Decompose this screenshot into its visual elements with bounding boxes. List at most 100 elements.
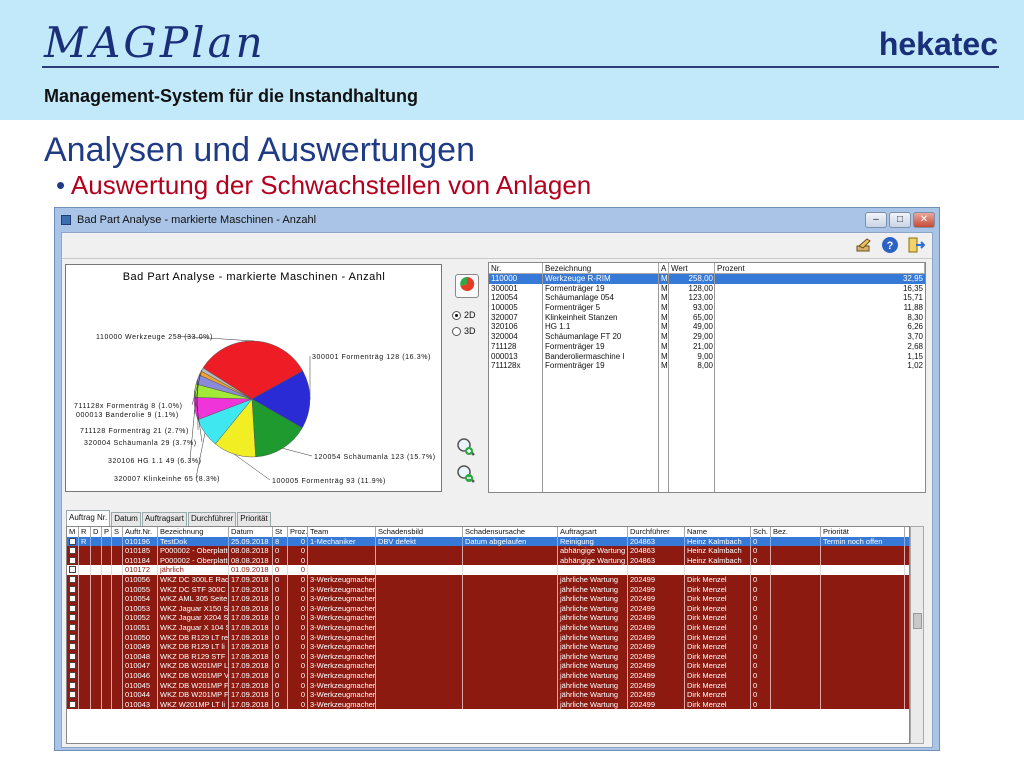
orders-header-0[interactable]: M (67, 527, 79, 537)
table-cell (771, 670, 821, 681)
orders-header-5[interactable]: Auftr.Nr. (123, 527, 158, 537)
row-checkbox[interactable] (69, 700, 76, 708)
table-row[interactable]: R 010196 TestDok 25.09.2018 8 0 1-Mechaniker DB… (67, 536, 909, 547)
orders-header-7[interactable]: Datum (229, 527, 273, 537)
row-checkbox[interactable] (69, 671, 76, 679)
table-cell (91, 680, 102, 691)
radio-3d[interactable]: 3D (452, 326, 476, 336)
pie-chart-button[interactable] (455, 274, 479, 298)
row-checkbox[interactable] (69, 556, 76, 564)
orders-header-1[interactable]: R (79, 527, 91, 537)
orders-header-10[interactable]: Team (308, 527, 376, 537)
table-cell: 0 (288, 642, 308, 652)
row-checkbox[interactable] (69, 652, 76, 660)
table-row[interactable]: 010051 WKZ Jaguar X 104 S 17.09.2018 0 0 3-We… (67, 622, 909, 633)
row-checkbox[interactable] (69, 643, 76, 651)
row-checkbox[interactable] (69, 691, 76, 699)
table-row[interactable]: 010047 WKZ DB W201MP LI 17.09.2018 0 0 3-Werk… (67, 661, 909, 671)
table-row[interactable]: 010050 WKZ DB R129 LT re 17.09.2018 0 0 3-Wer… (67, 632, 909, 643)
table-cell (558, 565, 628, 575)
exit-icon[interactable] (906, 236, 926, 256)
maximize-button[interactable]: □ (889, 212, 911, 228)
zoom-out-icon[interactable] (455, 463, 477, 485)
orders-header-18[interactable]: Priorität (821, 527, 905, 537)
values-row[interactable]: 320004 Schäumanlage FT 20 M 29,00 3,70 (489, 332, 925, 342)
row-checkbox[interactable] (69, 623, 76, 631)
table-row[interactable]: 010184 P000002 - Oberplatte 08.08.2018 0 0 ab… (67, 555, 909, 566)
values-header-3[interactable]: Wert (669, 263, 715, 273)
values-header-4[interactable]: Prozent (715, 263, 925, 273)
values-row[interactable]: 320106 HG 1.1 M 49,00 6,26 (489, 322, 925, 332)
table-row[interactable]: 010046 WKZ DB W201MP V 17.09.2018 0 0 3-Werkz… (67, 670, 909, 681)
table-row[interactable]: 010043 WKZ W201MP LT li 17.09.2018 0 0 3-Werk… (67, 699, 909, 710)
orders-header-2[interactable]: D (91, 527, 102, 537)
orders-header-12[interactable]: Schadensursache (463, 527, 558, 537)
table-row[interactable]: 010045 WKZ DB W201MP FL 17.09.2018 0 0 3-Werk… (67, 680, 909, 691)
minimize-button[interactable]: – (865, 212, 887, 228)
row-checkbox[interactable] (69, 547, 76, 555)
table-row[interactable]: 010054 WKZ AML 305 Seite 17.09.2018 0 0 3-Wer… (67, 594, 909, 604)
zoom-in-icon[interactable] (455, 436, 477, 458)
help-icon[interactable]: ? (880, 236, 900, 256)
orders-header-4[interactable]: S (112, 527, 123, 537)
orders-header-11[interactable]: Schadensbild (376, 527, 463, 537)
values-header-1[interactable]: Bezeichnung (543, 263, 659, 273)
orders-header-17[interactable]: Bez. (771, 527, 821, 537)
table-cell: P000002 - Oberplatte (160, 546, 229, 556)
values-header-2[interactable]: A (659, 263, 669, 273)
values-row[interactable]: 711128x Formenträger 19 M 8,00 1,02 (489, 361, 925, 371)
values-row[interactable]: 110000 Werkzeuge R-RIM M 258,00 32,95 (489, 274, 925, 284)
orders-header-3[interactable]: P (102, 527, 112, 537)
orders-header-13[interactable]: Auftragsart (558, 527, 628, 537)
table-cell (102, 574, 112, 585)
orders-header-8[interactable]: St (273, 527, 288, 537)
orders-scrollbar[interactable] (910, 526, 924, 744)
row-checkbox[interactable] (69, 575, 76, 583)
table-row[interactable]: 010052 WKZ Jaguar X204 S 17.09.2018 0 0 3-Wer… (67, 613, 909, 623)
table-cell (376, 574, 463, 585)
window-titlebar[interactable]: Bad Part Analyse - markierte Maschinen -… (55, 208, 939, 232)
row-checkbox[interactable] (69, 566, 76, 574)
table-row[interactable]: 010049 WKZ DB R129 LT li 17.09.2018 0 0 3-Wer… (67, 642, 909, 652)
tab-auftrag-nr-[interactable]: Auftrag Nr. (66, 510, 111, 526)
tab-priorität[interactable]: Priorität (237, 512, 271, 526)
edit-icon[interactable] (854, 236, 874, 256)
table-row[interactable]: 010048 WKZ DB R129 STF 17.09.2018 0 0 3-Werkz… (67, 651, 909, 662)
orders-header-14[interactable]: Durchführer (628, 527, 685, 537)
values-row[interactable]: 120054 Schäumanlage 054 M 123,00 15,71 (489, 293, 925, 303)
table-cell: jährliche Wartung (558, 699, 628, 710)
table-cell: 010048 (123, 651, 158, 662)
tab-auftragsart[interactable]: Auftragsart (141, 512, 187, 526)
row-checkbox[interactable] (69, 595, 76, 603)
orders-header-9[interactable]: Proz. (288, 527, 308, 537)
orders-header-16[interactable]: Sch. (751, 527, 771, 537)
table-row[interactable]: 010056 WKZ DC 300LE Radla 17.09.2018 0 0 3-We… (67, 574, 909, 585)
row-checkbox[interactable] (69, 614, 76, 622)
table-row[interactable]: 010172 jährlich 01.09.2018 0 0 (67, 565, 909, 575)
table-row[interactable]: 010053 WKZ Jaguar X150 S 17.09.2018 0 0 3-Wer… (67, 603, 909, 614)
values-row[interactable]: 320007 Klinkeinheit Stanzen M 65,00 8,30 (489, 313, 925, 323)
values-row[interactable]: 100005 Formenträger 5 M 93,00 11,88 (489, 303, 925, 313)
table-cell: 010172 (123, 565, 158, 575)
table-cell: jährliche Wartung (558, 613, 628, 623)
row-checkbox[interactable] (69, 681, 76, 689)
table-row[interactable]: 010055 WKZ DC STF 300C 17.09.2018 0 0 3-Werkz… (67, 584, 909, 595)
radio-2d[interactable]: 2D (452, 310, 476, 320)
scrollbar-thumb[interactable] (913, 613, 922, 629)
values-row[interactable]: 711128 Formenträger 19 M 21,00 2,68 (489, 342, 925, 352)
row-checkbox[interactable] (69, 633, 76, 641)
close-button[interactable]: ✕ (913, 212, 935, 228)
tab-durchführer[interactable]: Durchführer (187, 512, 237, 526)
row-checkbox[interactable] (69, 604, 76, 612)
orders-header-6[interactable]: Bezeichnung (158, 527, 229, 537)
values-header-0[interactable]: Nr. (489, 263, 543, 273)
table-row[interactable]: 010185 P000002 - Oberplatte 08.08.2018 0 0 ab… (67, 546, 909, 556)
values-row[interactable]: 000013 Banderoliermaschine I M 9,00 1,15 (489, 352, 925, 362)
tab-datum[interactable]: Datum (111, 512, 141, 526)
orders-header-15[interactable]: Name (685, 527, 751, 537)
row-checkbox[interactable] (69, 585, 76, 593)
row-checkbox[interactable] (69, 662, 76, 670)
table-row[interactable]: 010044 WKZ DB W201MP F 17.09.2018 0 0 3-Werkz… (67, 690, 909, 700)
values-row[interactable]: 300001 Formenträger 19 M 128,00 16,35 (489, 284, 925, 294)
row-checkbox[interactable] (69, 537, 76, 545)
